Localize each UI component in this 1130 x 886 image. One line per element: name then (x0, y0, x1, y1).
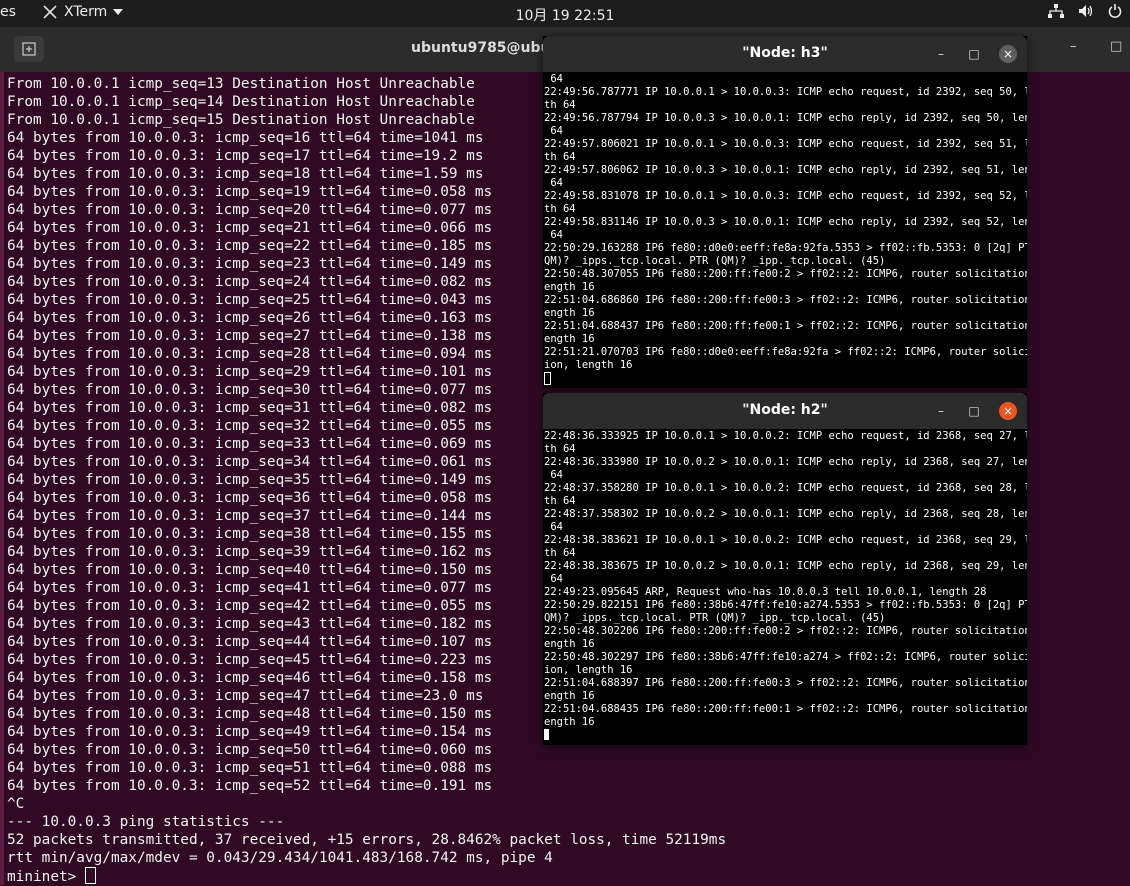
xterm-line: 22:49:56.787794 IP 10.0.0.3 > 10.0.0.1: … (544, 112, 1027, 124)
volume-icon (1079, 5, 1093, 17)
xterm-line: 22:48:37.358302 IP 10.0.0.2 > 10.0.0.1: … (544, 508, 1027, 520)
xterm-output-h2[interactable]: 22:48:36.333925 IP 10.0.0.1 > 10.0.0.2: … (543, 429, 1027, 745)
xterm-line: th 64 (544, 495, 576, 507)
xterm-line: 64 (544, 521, 563, 533)
xterm-line: ength 16 (544, 281, 595, 293)
terminal-line: --- 10.0.0.3 ping statistics --- (7, 814, 285, 830)
xterm-line: 22:50:48.302297 IP6 fe80::38b6:47ff:fe10… (544, 651, 1027, 663)
xterm-line: 64 (544, 229, 563, 241)
xterm-line: 22:48:36.333925 IP 10.0.0.1 > 10.0.0.2: … (544, 430, 1027, 442)
xterm-line: 22:51:21.070703 IP6 fe80::d0e0:eeff:fe8a… (544, 346, 1027, 358)
xterm-line: 22:50:29.822151 IP6 fe80::38b6:47ff:fe10… (544, 599, 1027, 611)
terminal-line: rtt min/avg/max/mdev = 0.043/29.434/1041… (7, 850, 553, 866)
terminal-edge (0, 72, 4, 885)
xterm-line: 22:51:04.686860 IP6 fe80::200:ff:fe00:3 … (544, 294, 1027, 306)
xterm-line: ength 16 (544, 307, 595, 319)
xterm-line: 64 (544, 125, 563, 137)
xterm-line: th 64 (544, 151, 576, 163)
xterm-line: ength 16 (544, 716, 595, 728)
terminal-line: 52 packets transmitted, 37 received, +15… (7, 832, 727, 848)
top-bar: es XTerm 10月 19 22:51 (0, 0, 1130, 27)
xterm-titlebar-h3[interactable]: "Node: h3" – □ × (543, 36, 1027, 72)
xterm-line: 22:51:04.688397 IP6 fe80::200:ff:fe00:3 … (544, 677, 1027, 689)
system-tray[interactable] (1048, 4, 1122, 18)
xterm-line: 64 (544, 73, 563, 85)
xterm-line: ength 16 (544, 638, 595, 650)
xterm-line: 64 (544, 573, 563, 585)
terminal-line: ^C (7, 796, 25, 812)
clock[interactable]: 10月 19 22:51 (0, 5, 1130, 25)
new-tab-icon (22, 42, 36, 56)
close-button-h3[interactable]: × (999, 45, 1017, 63)
xterm-line: 22:48:37.358280 IP 10.0.0.1 > 10.0.0.2: … (544, 482, 1027, 494)
xterm-line: 22:49:57.806062 IP 10.0.0.3 > 10.0.0.1: … (544, 164, 1027, 176)
window-title-h2: "Node: h2" (742, 402, 828, 418)
xterm-line: 22:48:38.383675 IP 10.0.0.2 > 10.0.0.1: … (544, 560, 1027, 572)
xterm-line: 22:50:29.163288 IP6 fe80::d0e0:eeff:fe8a… (544, 242, 1027, 254)
xterm-line: 22:48:36.333980 IP 10.0.0.2 > 10.0.0.1: … (544, 456, 1027, 468)
xterm-line: 22:50:48.302206 IP6 fe80::200:ff:fe00:2 … (544, 625, 1027, 637)
xterm-line: ion, length 16 (544, 664, 633, 676)
terminal-title: ubuntu9785@ubun (411, 40, 561, 56)
maximize-button-h2[interactable]: □ (965, 402, 983, 420)
xterm-line: 22:51:04.688435 IP6 fe80::200:ff:fe00:1 … (544, 703, 1027, 715)
xterm-line: QM)? _ipps._tcp.local. PTR (QM)? _ipp._t… (544, 255, 886, 267)
xterm-line: ength 16 (544, 690, 595, 702)
xterm-line: 22:49:23.095645 ARP, Request who-has 10.… (544, 586, 987, 598)
window-title-h3: "Node: h3" (742, 45, 828, 61)
xterm-line: ion, length 16 (544, 359, 633, 371)
xterm-line: th 64 (544, 547, 576, 559)
xterm-window-h2[interactable]: "Node: h2" – □ × 22:48:36.333925 IP 10.0… (543, 393, 1027, 745)
minimize-button[interactable]: – (1070, 39, 1077, 54)
network-icon (1048, 4, 1064, 18)
terminal-line: 64 bytes from 10.0.0.3: icmp_seq=51 ttl=… (7, 760, 493, 776)
xterm-line: 22:49:56.787771 IP 10.0.0.1 > 10.0.0.3: … (544, 86, 1027, 98)
xterm-line: 22:50:48.307055 IP6 fe80::200:ff:fe00:2 … (544, 268, 1027, 280)
xterm-line: 64 (544, 469, 563, 481)
maximize-button-h3[interactable]: □ (965, 45, 983, 63)
xterm-output-h3[interactable]: 64 22:49:56.787771 IP 10.0.0.1 > 10.0.0.3… (543, 72, 1027, 388)
xterm-line: 22:49:57.806021 IP 10.0.0.1 > 10.0.0.3: … (544, 138, 1027, 150)
prompt: mininet> (7, 869, 85, 885)
terminal-line: 64 bytes from 10.0.0.3: icmp_seq=52 ttl=… (7, 778, 493, 794)
xterm-line: th 64 (544, 203, 576, 215)
minimize-button-h3[interactable]: – (932, 45, 950, 63)
cursor-h3 (544, 372, 551, 385)
maximize-button[interactable]: □ (1110, 39, 1122, 54)
terminal-cursor (84, 867, 96, 884)
xterm-line: 22:51:04.688437 IP6 fe80::200:ff:fe00:1 … (544, 320, 1027, 332)
xterm-window-h3[interactable]: "Node: h3" – □ × 64 22:49:56.787771 IP 10… (543, 36, 1027, 388)
xterm-line: th 64 (544, 443, 576, 455)
power-icon (1108, 4, 1122, 18)
xterm-line: 22:49:58.831078 IP 10.0.0.1 > 10.0.0.3: … (544, 190, 1027, 202)
xterm-line: 22:48:38.383621 IP 10.0.0.1 > 10.0.0.2: … (544, 534, 1027, 546)
xterm-titlebar-h2[interactable]: "Node: h2" – □ × (543, 393, 1027, 429)
minimize-button-h2[interactable]: – (932, 402, 950, 420)
close-button-h2[interactable]: × (999, 402, 1017, 420)
xterm-line: 64 (544, 177, 563, 189)
xterm-line: QM)? _ipps._tcp.local. PTR (QM)? _ipp._t… (544, 612, 886, 624)
cursor-h2 (544, 729, 549, 740)
xterm-line: th 64 (544, 99, 576, 111)
xterm-line: ength 16 (544, 333, 595, 345)
xterm-line: 22:49:58.831146 IP 10.0.0.3 > 10.0.0.1: … (544, 216, 1027, 228)
new-tab-button[interactable] (14, 36, 44, 62)
